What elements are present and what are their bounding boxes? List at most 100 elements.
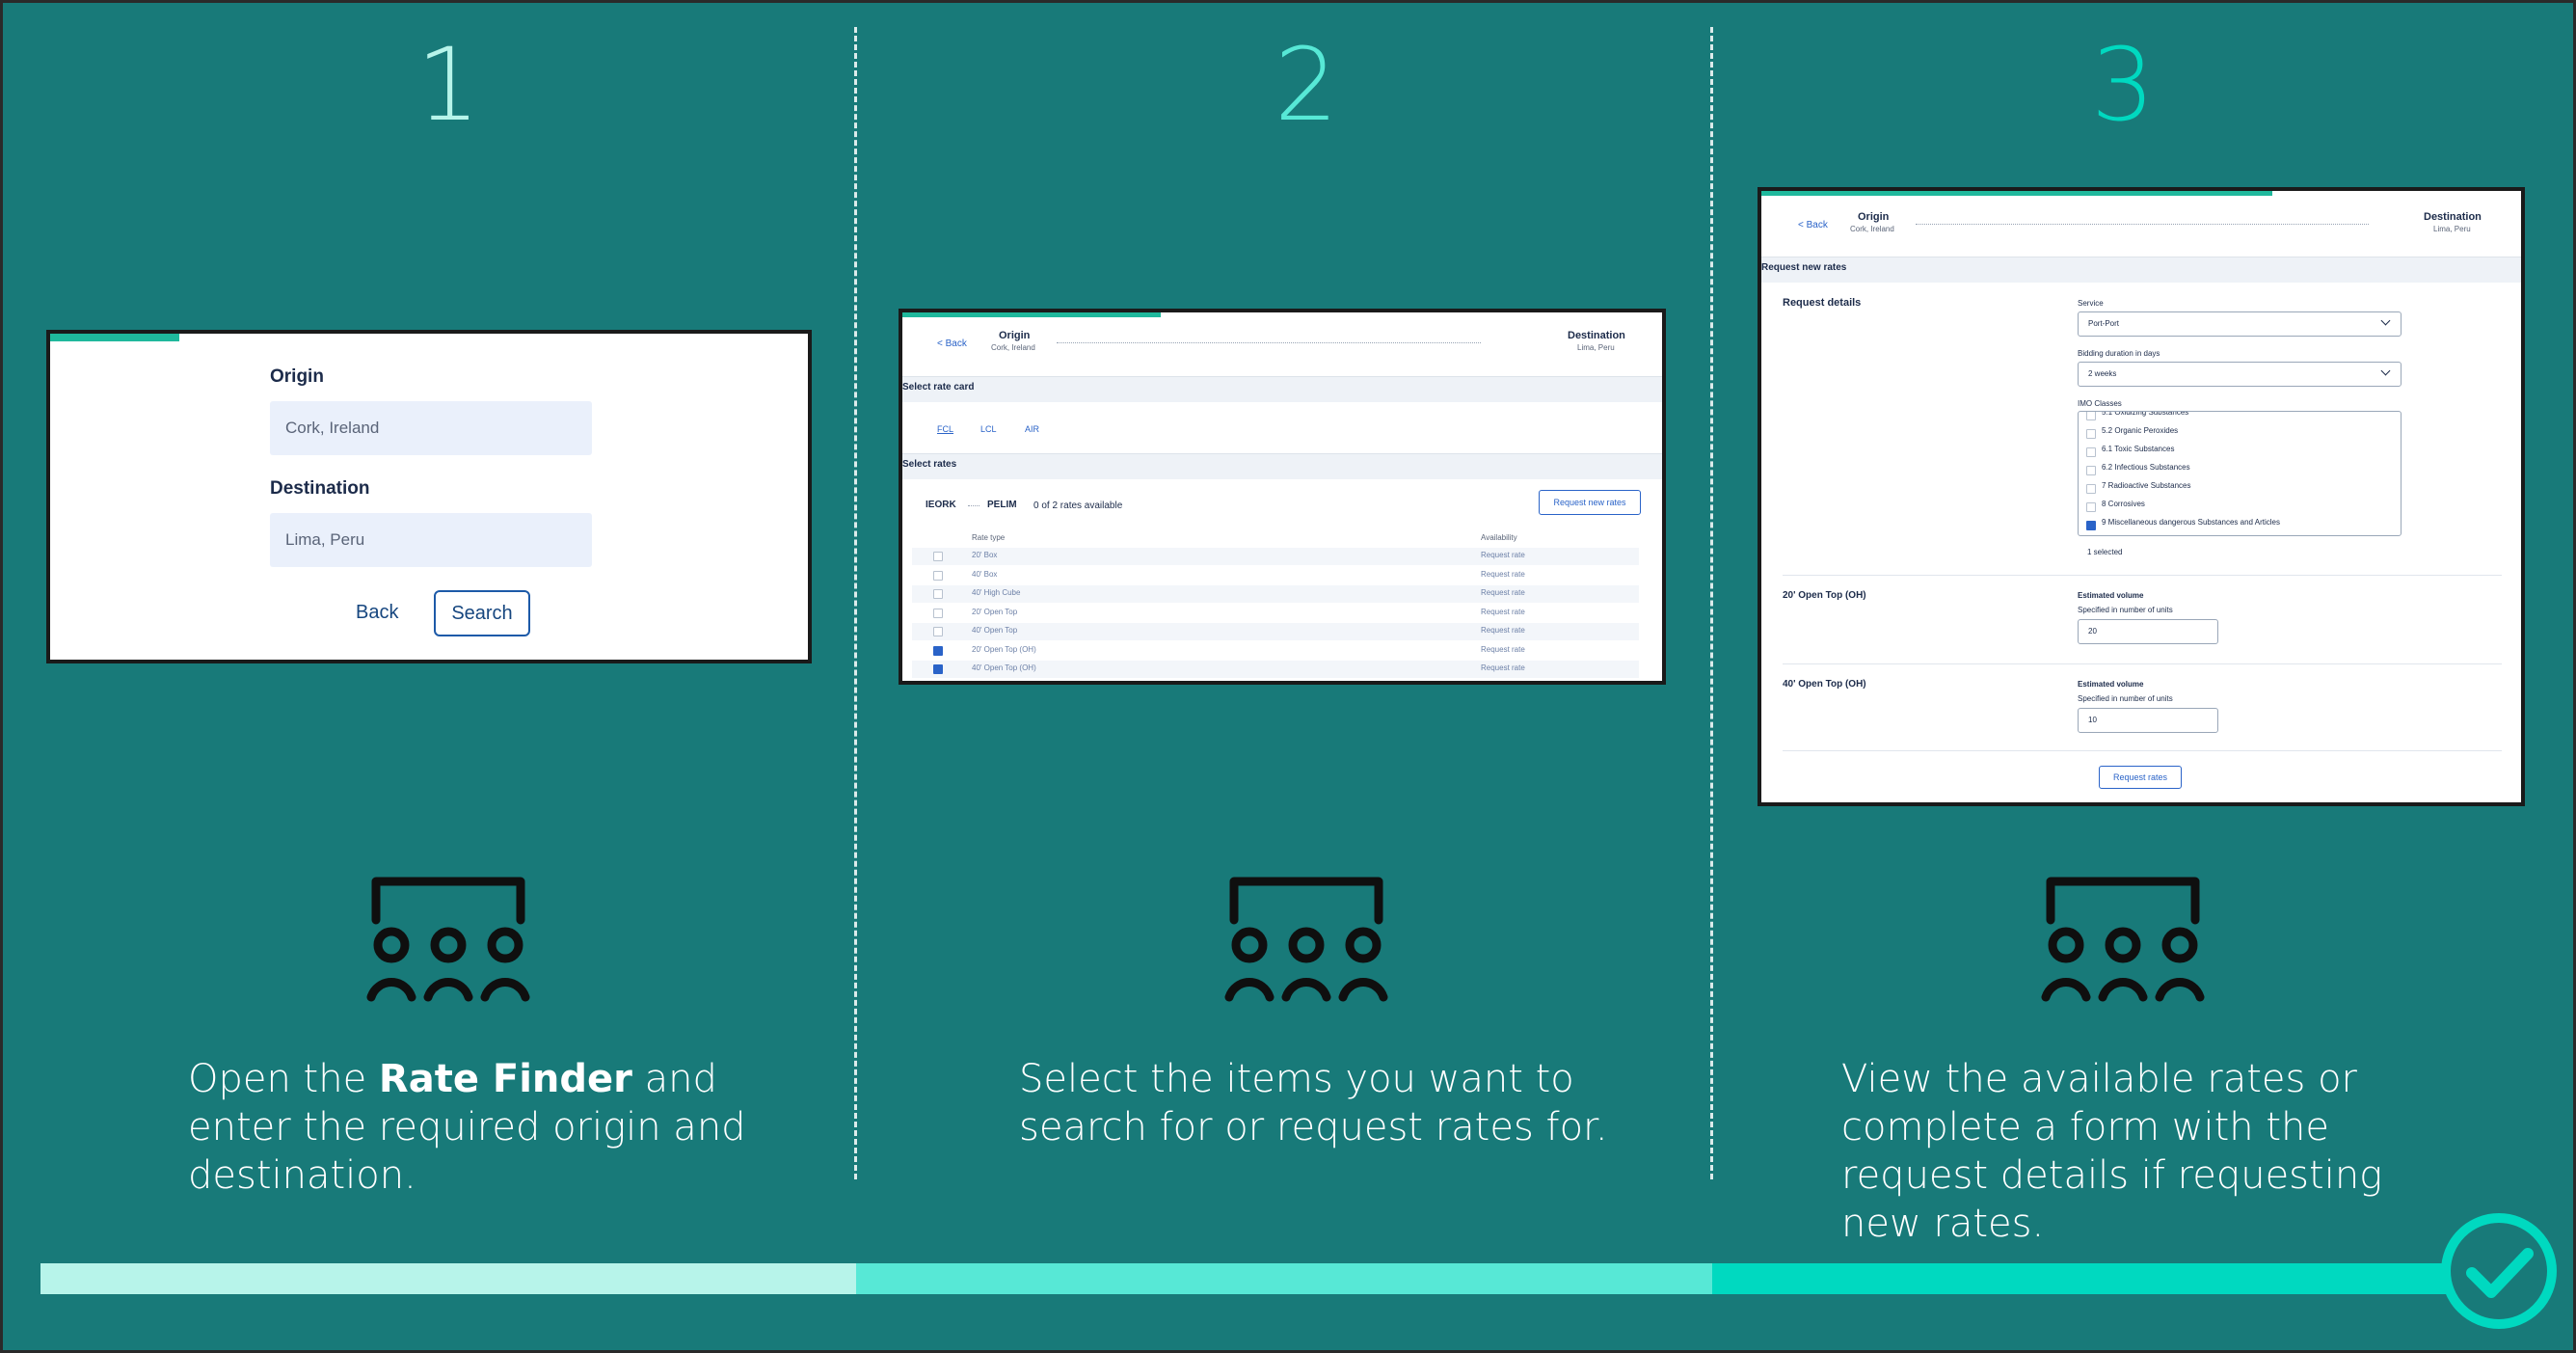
destination-label: Destination [2424,211,2482,223]
progress-accent-bar [902,312,1161,317]
rate-row-checkbox[interactable] [933,589,943,599]
step-1-description-bold: Rate Finder [378,1057,632,1101]
rate-row-checkbox[interactable] [933,570,943,581]
request-rate-link[interactable]: Request rate [1481,608,1525,616]
destination-value: Lima, Peru [2433,225,2471,233]
back-link[interactable]: < Back [1798,220,1828,230]
rate-finder-search-panel: Origin Cork, Ireland Destination Lima, P… [46,330,812,663]
rate-row-type: 40' Open Top [972,626,1018,635]
rate-row-checkbox[interactable] [933,645,943,656]
volume-input[interactable]: 20 [2078,619,2218,644]
progress-segment-2 [856,1263,1712,1294]
imo-class-checkbox[interactable] [2086,466,2096,475]
request-rates-button[interactable]: Request rates [2099,766,2182,789]
rates-section-header [902,453,1662,479]
destination-field-value: Lima, Peru [285,530,365,549]
imo-class-label: 7 Radioactive Substances [2102,481,2191,490]
chevron-down-icon [2380,315,2391,326]
rate-row-checkbox[interactable] [933,552,943,561]
route-dots [968,505,979,506]
rate-row-type: 20' Box [972,551,998,559]
rate-row-type: 20' Open Top [972,607,1018,616]
request-rate-link[interactable]: Request rate [1481,626,1525,635]
rate-row-checkbox[interactable] [933,608,943,618]
rate-card-heading: Select rate card [902,382,975,392]
imo-class-checkbox[interactable] [2086,412,2096,420]
service-select[interactable]: Port-Port [2078,311,2402,337]
request-rate-link[interactable]: Request rate [1481,570,1525,579]
request-new-rates-button[interactable]: Request new rates [1539,490,1641,515]
imo-class-label: 8 Corrosives [2102,500,2145,508]
back-link[interactable]: Back [356,602,398,624]
section-separator [1783,575,2502,576]
bidding-duration-label: Bidding duration in days [2078,349,2160,358]
imo-class-label: 6.1 Toxic Substances [2102,445,2175,453]
volume-label: Estimated volume [2078,680,2144,689]
imo-class-checkbox[interactable] [2086,502,2096,512]
volume-input[interactable]: 10 [2078,708,2218,733]
request-rate-link[interactable]: Request rate [1481,551,1525,559]
volume-input-value: 20 [2088,627,2097,636]
rate-row[interactable]: 20' Open Top (OH) Request rate [912,642,1639,660]
request-rate-link[interactable]: Request rate [1481,663,1525,672]
section-separator [1783,750,2502,751]
rate-row-checkbox[interactable] [933,664,943,674]
rate-row[interactable]: 40' High Cube Request rate [912,585,1639,603]
origin-label: Origin [1858,211,1890,223]
imo-class-checkbox[interactable] [2086,429,2096,439]
volume-input-value: 10 [2088,716,2097,724]
rate-row[interactable]: 40' Open Top Request rate [912,623,1639,640]
rate-row[interactable]: 20' Box Request rate [912,548,1639,565]
section-separator [1783,663,2502,664]
origin-value: Cork, Ireland [991,343,1035,352]
rate-row-type: 40' Open Top (OH) [972,663,1036,672]
item-name: 20' Open Top (OH) [1783,590,1866,601]
tab-fcl[interactable]: FCL [937,424,953,434]
search-button[interactable]: Search [434,590,530,636]
volume-hint: Specified in number of units [2078,606,2173,614]
chevron-down-icon [2380,365,2391,376]
origin-field-value: Cork, Ireland [285,419,380,437]
rate-row-type: 40' High Cube [972,588,1021,597]
imo-class-label: 6.2 Infectious Substances [2102,463,2190,472]
rates-heading: Select rates [902,459,957,470]
destination-label: Destination [270,478,370,499]
route-dotted-line [1057,342,1481,343]
bidding-duration-value: 2 weeks [2088,369,2117,378]
rate-row[interactable]: 20' Open Top Request rate [912,605,1639,622]
route-from: IEORK [926,500,956,510]
bidding-duration-select[interactable]: 2 weeks [2078,362,2402,387]
rate-row[interactable]: 40' Box Request rate [912,567,1639,584]
request-rate-link[interactable]: Request rate [1481,588,1525,597]
item-name: 40' Open Top (OH) [1783,679,1866,690]
back-link[interactable]: < Back [937,338,967,349]
step-number-2: 2 [1274,26,1339,144]
request-rate-link[interactable]: Request rate [1481,645,1525,654]
imo-classes-list[interactable]: 5.1 Oxidizing Substances 5.2 Organic Pero… [2078,411,2402,536]
step-number-1: 1 [416,26,481,144]
route-to: PELIM [987,500,1017,510]
audience-group-icon [2041,877,2205,1002]
origin-label: Origin [999,330,1031,341]
rate-row-type: 20' Open Top (OH) [972,644,1036,654]
rates-available-count: 0 of 2 rates available [1033,501,1123,511]
rate-card-section-header [902,376,1662,402]
audience-group-icon [1224,877,1388,1002]
imo-class-checkbox[interactable] [2086,484,2096,494]
volume-hint: Specified in number of units [2078,694,2173,703]
destination-label: Destination [1568,330,1625,341]
origin-value: Cork, Ireland [1850,225,1894,233]
service-select-value: Port-Port [2088,319,2120,328]
imo-class-checkbox[interactable] [2086,521,2096,530]
tab-air[interactable]: AIR [1025,424,1039,434]
step-number-3: 3 [2090,26,2156,144]
rate-row[interactable]: 40' Open Top (OH) Request rate [912,661,1639,678]
request-new-rates-panel: < Back Origin Cork, Ireland Destination … [1758,187,2525,806]
imo-class-checkbox[interactable] [2086,447,2096,457]
request-section-header [1761,257,2521,283]
imo-selected-count: 1 selected [2087,548,2123,556]
destination-field[interactable]: Lima, Peru [270,513,592,567]
tab-lcl[interactable]: LCL [980,424,997,434]
rate-row-checkbox[interactable] [933,627,943,636]
origin-field[interactable]: Cork, Ireland [270,401,592,455]
